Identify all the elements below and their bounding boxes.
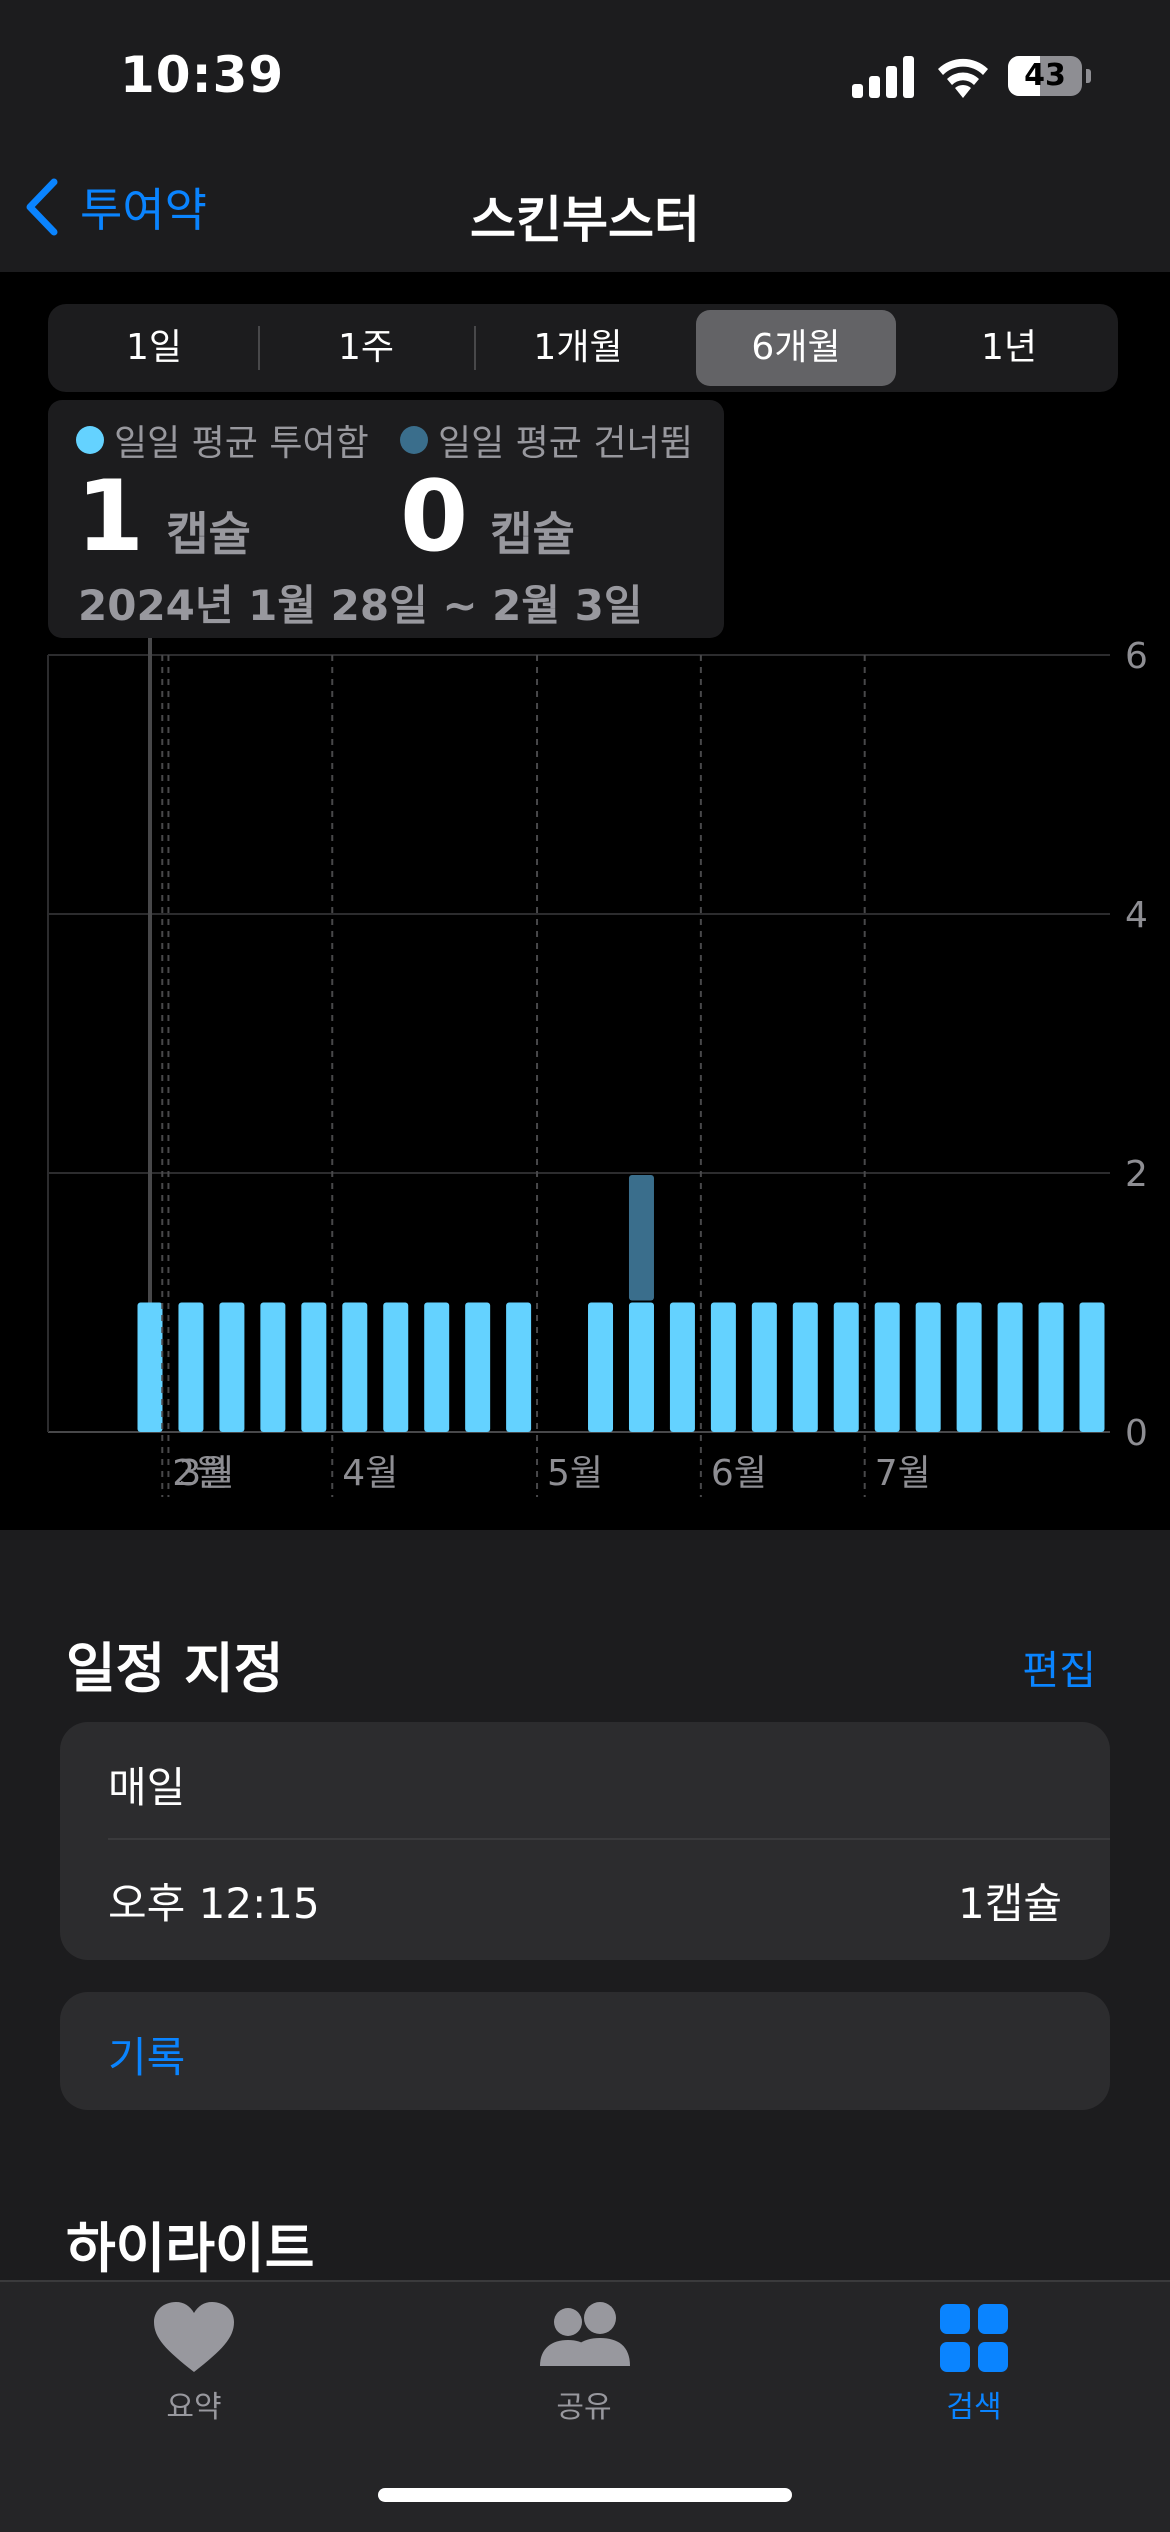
schedule-time: 오후 12:15: [108, 1879, 320, 1928]
schedule-dose: 1캡슐: [957, 1879, 1062, 1928]
chart-section: 0 2 4 6 2월 3월 4월 5월 6월 7월 1일 1주 1개월 6개월 1년 일일 평균 …: [0, 272, 1170, 1530]
x-tick-label: 7월: [875, 1453, 931, 1494]
edit-schedule-button[interactable]: 편집: [1022, 1638, 1096, 1696]
bar-taken: [342, 1302, 368, 1432]
tab-sharing[interactable]: 공유: [484, 2300, 684, 2426]
home-indicator: [378, 2488, 792, 2502]
bar-taken: [301, 1302, 327, 1432]
bar-taken: [997, 1302, 1023, 1432]
bar-taken: [219, 1302, 245, 1432]
bar-taken: [137, 1302, 163, 1432]
legend-taken: 일일 평균 투여함: [76, 418, 369, 464]
battery-icon: 43: [1008, 56, 1092, 98]
y-tick-label: 2: [1125, 1154, 1148, 1195]
navigation-bar: 투여약 스킨부스터: [0, 150, 1170, 272]
segment-1-day[interactable]: 1일: [54, 310, 254, 386]
highlights-section-title: 하이라이트: [66, 2217, 315, 2280]
bar-taken: [710, 1302, 736, 1432]
bar-taken: [588, 1302, 614, 1432]
bar-taken: [1038, 1302, 1064, 1432]
date-range: 2024년 1월 28일 ~ 2월 3일: [78, 581, 643, 630]
schedule-card: 매일 오후 12:15 1캡슐: [60, 1722, 1110, 1960]
status-bar: 10:39 43: [0, 0, 1170, 150]
bar-taken: [1079, 1302, 1105, 1432]
bar-taken: [915, 1302, 941, 1432]
battery-level: 43: [1024, 58, 1066, 93]
bar-taken: [792, 1302, 818, 1432]
bar-taken: [260, 1302, 286, 1432]
bar-taken: [628, 1302, 654, 1432]
x-tick-label: 5월: [547, 1453, 603, 1494]
selection-summary-card: 일일 평균 투여함 일일 평균 건너뜀 1 캡슐 0 캡슐 2024년 1월 2…: [48, 400, 724, 638]
bar-taken: [506, 1302, 532, 1432]
skipped-value: 0 캡슐: [400, 460, 575, 574]
people-icon: [540, 2302, 630, 2366]
bar-taken: [178, 1302, 204, 1432]
segment-1-year[interactable]: 1년: [906, 310, 1112, 386]
x-tick-label: 6월: [711, 1453, 767, 1494]
bar-taken: [751, 1302, 777, 1432]
segment-1-week[interactable]: 1주: [262, 310, 470, 386]
taken-dot-icon: [76, 426, 104, 454]
bar-taken: [833, 1302, 859, 1432]
y-tick-label: 6: [1125, 636, 1148, 677]
tab-summary[interactable]: 요약: [94, 2300, 294, 2426]
taken-value: 1 캡슐: [76, 460, 251, 574]
wifi-icon: [938, 58, 988, 98]
segment-1-month[interactable]: 1개월: [478, 310, 678, 386]
legend-skipped: 일일 평균 건너뜀: [400, 418, 693, 464]
status-time: 10:39: [120, 46, 285, 104]
schedule-section-title: 일정 지정: [66, 1637, 284, 1700]
bar-taken: [424, 1302, 450, 1432]
segment-6-months[interactable]: 6개월: [696, 310, 896, 386]
bar-taken: [383, 1302, 409, 1432]
bar-taken: [669, 1302, 695, 1432]
y-tick-label: 4: [1125, 895, 1148, 936]
page-title: 스킨부스터: [470, 191, 700, 249]
schedule-frequency: 매일: [108, 1763, 186, 1812]
log-label: 기록: [108, 2033, 186, 2082]
tab-browse[interactable]: 검색: [874, 2300, 1074, 2426]
bar-taken: [465, 1302, 491, 1432]
time-range-segmented-control: 1일 1주 1개월 6개월 1년: [48, 304, 1118, 392]
bar-taken: [874, 1302, 900, 1432]
y-tick-label: 0: [1125, 1413, 1148, 1454]
grid-icon: [940, 2304, 1008, 2372]
bar-taken: [956, 1302, 982, 1432]
x-tick-label: 3월: [178, 1453, 234, 1494]
x-tick-label: 4월: [342, 1453, 398, 1494]
heart-icon: [154, 2302, 234, 2372]
log-button[interactable]: 기록: [60, 1992, 1110, 2110]
cellular-signal-icon: [852, 56, 914, 98]
bar-skipped: [628, 1175, 654, 1301]
skipped-dot-icon: [400, 426, 428, 454]
screen: 10:39 43 투여약 스킨부스터 0 2 4 6 2월 3월 4월 5월 6…: [0, 0, 1170, 2532]
